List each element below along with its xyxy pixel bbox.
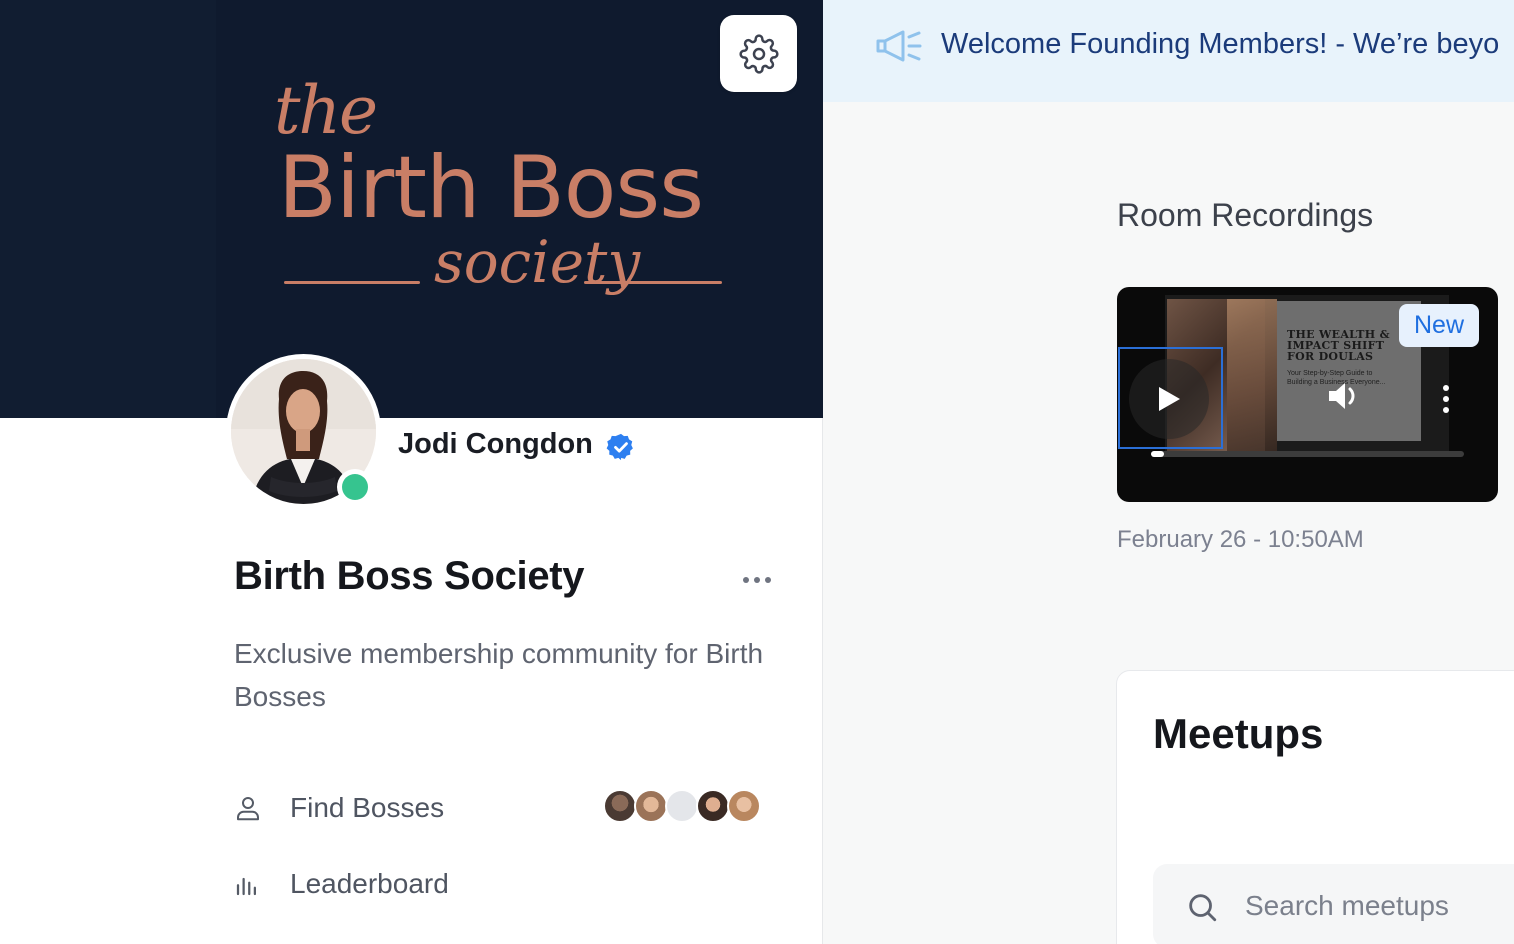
person-icon <box>232 792 264 824</box>
nav-item-leaderboard[interactable]: Leaderboard <box>232 861 772 907</box>
room-recordings-title: Room Recordings <box>1117 197 1374 233</box>
volume-icon[interactable] <box>1327 381 1361 411</box>
logo-society-text: society <box>434 228 641 296</box>
video-progress-fill <box>1151 451 1164 457</box>
announcement-banner[interactable]: Welcome Founding Members! - We’re beyo <box>823 0 1514 102</box>
bar-chart-icon <box>232 868 264 900</box>
megaphone-icon <box>876 30 922 62</box>
community-description: Exclusive membership community for Birth… <box>234 638 764 712</box>
announcement-text: Welcome Founding Members! - We’re beyo <box>941 28 1500 60</box>
recording-video-player[interactable]: THE WEALTH & IMPACT SHIFT FOR DOULAS You… <box>1117 287 1498 502</box>
member-avatar <box>665 789 699 823</box>
nav-item-label: Find Bosses <box>290 792 445 823</box>
settings-button[interactable] <box>720 15 797 92</box>
meetup-search-input[interactable] <box>1245 884 1514 928</box>
member-avatar <box>634 789 668 823</box>
community-title: Birth Boss Society <box>234 554 585 598</box>
verified-badge-icon <box>606 433 633 461</box>
online-status-indicator <box>337 469 373 505</box>
member-avatar <box>696 789 730 823</box>
member-avatar <box>603 789 637 823</box>
new-badge: New <box>1399 304 1479 347</box>
meetup-search-box[interactable] <box>1153 864 1514 944</box>
video-thumbnail-person-2 <box>1227 299 1277 451</box>
app-page: the Birth Boss society Jodi Congdon Birt… <box>0 0 1514 944</box>
member-avatar-stack[interactable] <box>603 789 761 825</box>
video-more-icon[interactable] <box>1441 385 1451 413</box>
meetups-title: Meetups <box>1153 710 1324 757</box>
community-more-button[interactable] <box>736 565 778 595</box>
slide-title: THE WEALTH & IMPACT SHIFT FOR DOULAS <box>1287 328 1390 363</box>
logo-main-text: Birth Boss <box>278 138 704 238</box>
search-icon <box>1189 894 1217 922</box>
logo-rule-left <box>284 281 420 284</box>
banner-left-strip <box>0 0 216 418</box>
owner-name[interactable]: Jodi Congdon <box>398 428 593 461</box>
logo-rule-right <box>584 281 722 284</box>
member-avatar <box>727 789 761 823</box>
play-button[interactable] <box>1129 359 1209 439</box>
nav-item-label: Leaderboard <box>290 868 449 899</box>
community-sidebar: the Birth Boss society Jodi Congdon Birt… <box>0 0 823 944</box>
play-icon <box>1159 387 1180 411</box>
gear-icon <box>739 34 778 73</box>
more-horizontal-icon <box>743 577 749 583</box>
recording-date: February 26 - 10:50AM <box>1117 526 1364 553</box>
video-progress-bar[interactable] <box>1151 451 1464 457</box>
